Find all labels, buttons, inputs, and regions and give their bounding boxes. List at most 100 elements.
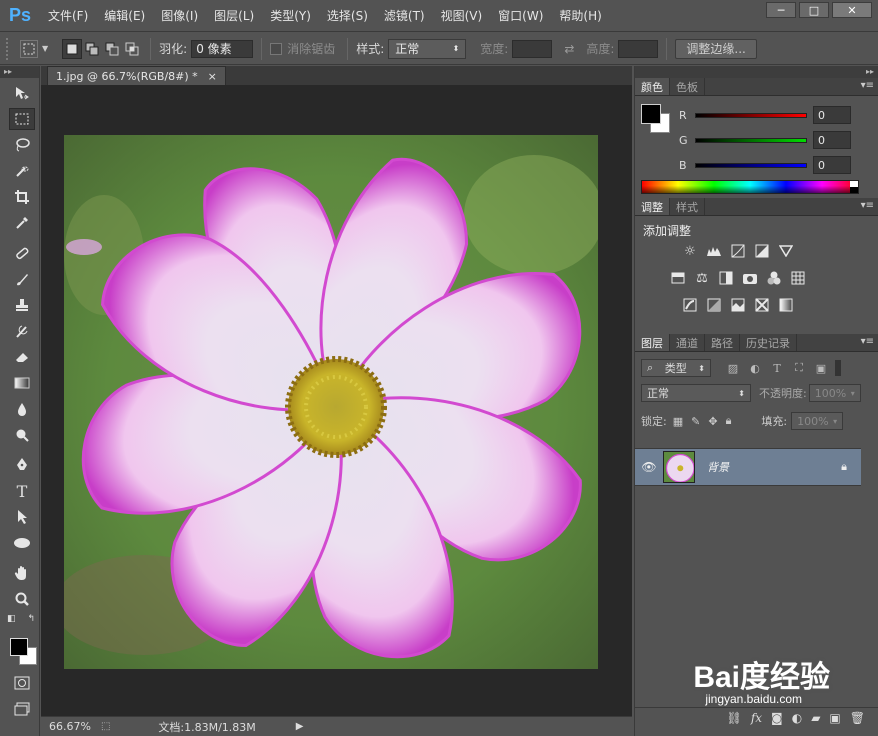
red-value-input[interactable]: 0 [813, 106, 851, 124]
lock-all-icon[interactable]: 🔒︎ [726, 414, 732, 428]
tab-channels[interactable]: 通道 [670, 334, 705, 351]
color-spectrum-ramp[interactable] [641, 180, 859, 194]
black-white-icon[interactable] [717, 269, 735, 287]
history-brush-tool-icon[interactable] [9, 320, 35, 342]
opacity-input[interactable]: 100% ▾ [808, 384, 861, 402]
link-layers-icon[interactable]: ⛓ [727, 711, 742, 725]
screen-mode-icon[interactable] [9, 698, 35, 720]
filter-shape-icon[interactable]: ⛶ [791, 360, 807, 376]
menu-image[interactable]: 图像(I) [153, 0, 206, 32]
curves-icon[interactable] [729, 242, 747, 260]
maximize-button[interactable]: □ [799, 2, 829, 18]
channel-mixer-icon[interactable] [765, 269, 783, 287]
blur-tool-icon[interactable] [9, 398, 35, 420]
layer-thumbnail[interactable] [663, 451, 695, 483]
type-tool-icon[interactable]: T [9, 480, 35, 502]
options-bar-grip[interactable] [6, 37, 10, 60]
document-tab[interactable]: 1.jpg @ 66.7%(RGB/8#) * × [47, 66, 226, 85]
tab-styles[interactable]: 样式 [670, 198, 705, 215]
swap-colors-icon[interactable]: ↰ [27, 614, 35, 624]
move-tool-icon[interactable] [9, 82, 35, 104]
zoom-preview-icon[interactable]: ⬚ [101, 721, 110, 732]
path-selection-tool-icon[interactable] [9, 506, 35, 528]
foreground-color-swatch[interactable] [10, 638, 28, 656]
new-adjustment-layer-icon[interactable]: ◐ [792, 711, 802, 725]
refine-edge-button[interactable]: 调整边缘... [675, 38, 757, 59]
ellipse-tool-icon[interactable] [9, 532, 35, 554]
layer-style-icon[interactable]: fx [751, 711, 762, 725]
layer-kind-filter[interactable]: ⌕ 类型 ⬍ [641, 359, 711, 377]
photo-filter-icon[interactable] [741, 269, 759, 287]
tab-history[interactable]: 历史记录 [740, 334, 797, 351]
panel-collapse-icon[interactable]: ▸▸ [635, 66, 878, 78]
brightness-contrast-icon[interactable]: ☼ [681, 242, 699, 260]
foreground-color-swatch[interactable] [641, 104, 661, 124]
new-layer-icon[interactable]: ▣ [829, 711, 840, 725]
tab-layers[interactable]: 图层 [635, 334, 670, 351]
color-lookup-icon[interactable] [789, 269, 807, 287]
zoom-level[interactable]: 66.67% [49, 720, 91, 733]
lock-image-icon[interactable]: ✎ [691, 415, 700, 428]
invert-icon[interactable] [681, 296, 699, 314]
filter-smart-object-icon[interactable]: ▣ [813, 360, 829, 376]
minimize-button[interactable]: ─ [766, 2, 796, 18]
menu-file[interactable]: 文件(F) [40, 0, 96, 32]
panel-menu-icon[interactable]: ▾≡ [861, 336, 874, 347]
lasso-tool-icon[interactable] [9, 134, 35, 156]
layer-name[interactable]: 背景 [707, 459, 841, 475]
new-selection-button[interactable] [62, 38, 83, 59]
black-white-ramp[interactable] [850, 181, 858, 193]
vibrance-icon[interactable] [777, 242, 795, 260]
feather-input[interactable]: 0 像素 [191, 39, 254, 58]
style-select[interactable]: 正常 ⬍ [388, 38, 467, 59]
exposure-icon[interactable] [753, 242, 771, 260]
blue-slider[interactable] [695, 162, 807, 168]
blue-value-input[interactable]: 0 [813, 156, 851, 174]
layer-row-background[interactable]: 👁︎ 背景 🔒︎ [635, 448, 861, 486]
levels-icon[interactable] [705, 242, 723, 260]
fill-input[interactable]: 100% ▾ [791, 412, 844, 430]
eye-icon[interactable]: 👁︎ [635, 460, 663, 474]
width-input[interactable] [512, 39, 553, 58]
filter-type-icon[interactable]: T [769, 360, 785, 376]
tab-swatches[interactable]: 色板 [670, 78, 705, 95]
dodge-tool-icon[interactable] [9, 424, 35, 446]
gradient-map-icon[interactable] [777, 296, 795, 314]
healing-brush-tool-icon[interactable] [9, 242, 35, 264]
image-canvas[interactable] [64, 135, 598, 669]
menu-layer[interactable]: 图层(L) [206, 0, 262, 32]
menu-help[interactable]: 帮助(H) [551, 0, 609, 32]
threshold-icon[interactable] [729, 296, 747, 314]
hue-saturation-icon[interactable] [669, 269, 687, 287]
tab-adjustments[interactable]: 调整 [635, 198, 670, 215]
delete-layer-icon[interactable]: 🗑︎ [850, 711, 865, 725]
layer-mask-icon[interactable]: ◙ [771, 711, 783, 725]
toolbox-collapse-icon[interactable]: ▸▸ [0, 66, 39, 78]
intersect-selection-button[interactable] [122, 39, 142, 59]
menu-view[interactable]: 视图(V) [433, 0, 491, 32]
pen-tool-icon[interactable] [9, 454, 35, 476]
filter-toggle[interactable] [835, 360, 841, 376]
rect-marquee-tool-icon[interactable] [9, 108, 35, 130]
eyedropper-tool-icon[interactable] [9, 212, 35, 234]
menu-filter[interactable]: 滤镜(T) [376, 0, 433, 32]
red-slider[interactable] [695, 112, 807, 118]
swap-dimensions-icon[interactable]: ⇄ [564, 42, 574, 56]
green-value-input[interactable]: 0 [813, 131, 851, 149]
lock-transparent-icon[interactable]: ▦ [673, 415, 683, 428]
panel-menu-icon[interactable]: ▾≡ [861, 80, 874, 91]
gradient-tool-icon[interactable] [9, 372, 35, 394]
blend-mode-select[interactable]: 正常 ⬍ [641, 384, 751, 402]
crop-tool-icon[interactable] [9, 186, 35, 208]
tab-paths[interactable]: 路径 [705, 334, 740, 351]
filter-adjustment-icon[interactable]: ◐ [747, 360, 763, 376]
quick-selection-tool-icon[interactable] [9, 160, 35, 182]
posterize-icon[interactable] [705, 296, 723, 314]
color-swatches[interactable] [8, 634, 38, 665]
tool-preset-picker[interactable]: ▼ [20, 39, 48, 58]
antialias-checkbox[interactable] [270, 42, 283, 55]
menu-edit[interactable]: 编辑(E) [96, 0, 153, 32]
menu-window[interactable]: 窗口(W) [490, 0, 551, 32]
eraser-tool-icon[interactable] [9, 346, 35, 368]
subtract-from-selection-button[interactable] [102, 39, 122, 59]
